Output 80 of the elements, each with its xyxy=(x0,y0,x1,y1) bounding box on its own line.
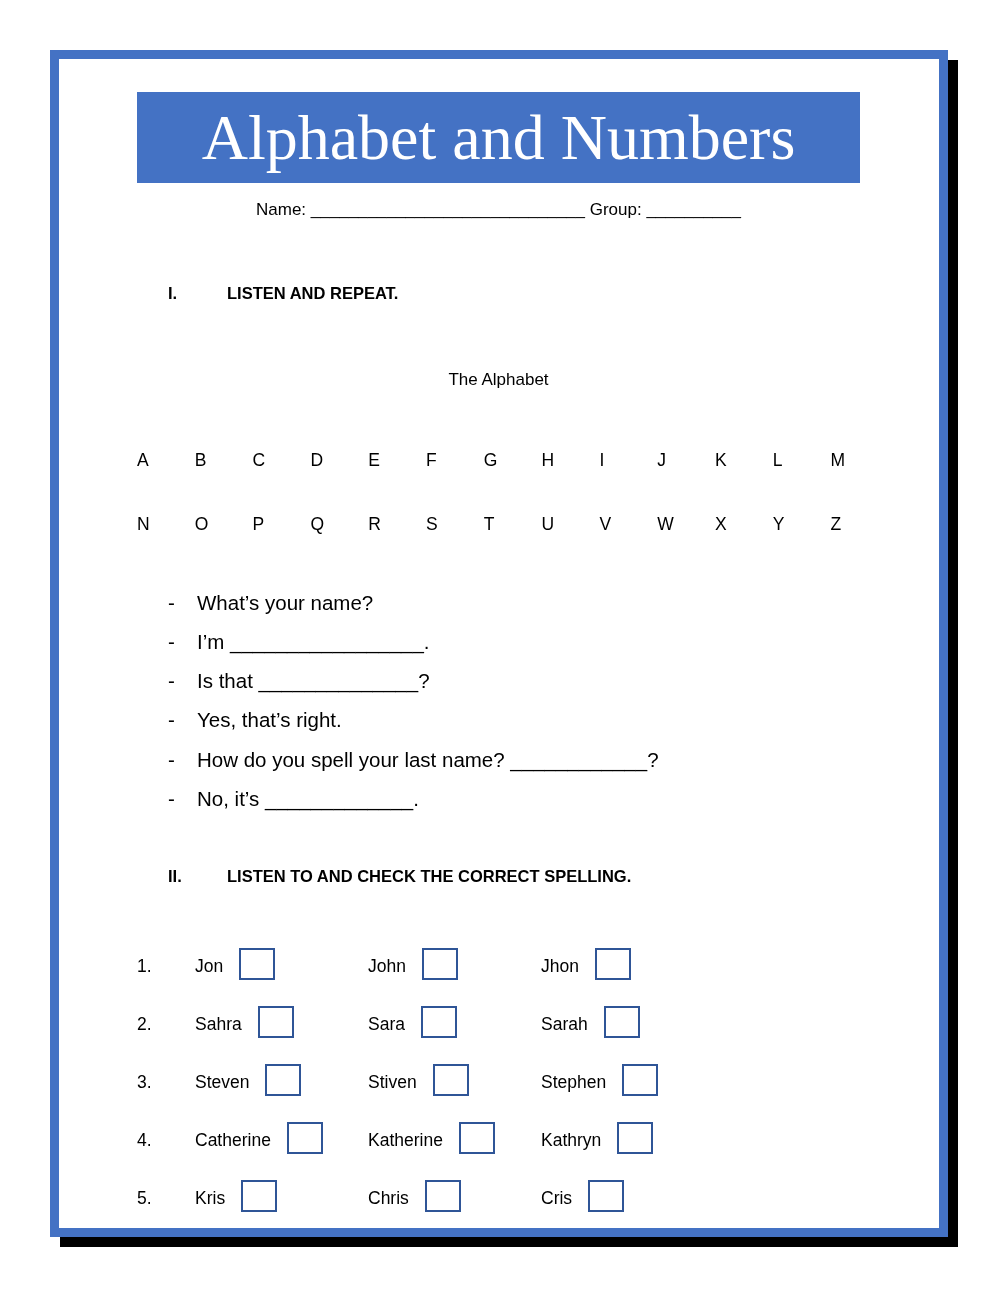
alphabet-letter: G xyxy=(483,448,498,472)
spelling-option: Chris xyxy=(368,1184,409,1211)
alphabet-letter: F xyxy=(426,448,437,472)
alphabet-letter: U xyxy=(541,513,555,536)
dialogue-dash: - xyxy=(168,628,176,655)
dialogue-line: Yes, that’s right. xyxy=(197,707,342,734)
section-number: II. xyxy=(168,866,183,888)
spelling-option: Stiven xyxy=(368,1068,417,1095)
alphabet-letter: E xyxy=(368,448,380,472)
answer-checkbox[interactable] xyxy=(286,1121,323,1154)
alphabet-letter: K xyxy=(714,448,727,472)
spelling-option: Kathryn xyxy=(541,1126,602,1153)
answer-checkbox[interactable] xyxy=(239,947,276,980)
answer-checkbox[interactable] xyxy=(594,947,631,980)
spelling-option: Jhon xyxy=(541,952,579,979)
alphabet-letter: Z xyxy=(830,513,842,536)
spelling-option: Sarah xyxy=(541,1010,588,1037)
alphabet-letter: C xyxy=(252,448,266,472)
alphabet-letter: Y xyxy=(772,513,785,536)
answer-checkbox[interactable] xyxy=(257,1005,294,1038)
alphabet-caption: The Alphabet xyxy=(447,369,550,392)
item-number: 2. xyxy=(137,1012,153,1036)
alphabet-letter: S xyxy=(426,513,438,536)
answer-checkbox[interactable] xyxy=(432,1063,469,1096)
alphabet-letter: T xyxy=(483,513,495,536)
answer-checkbox[interactable] xyxy=(588,1179,625,1212)
spelling-option: Steven xyxy=(195,1068,250,1095)
answer-checkbox[interactable] xyxy=(603,1005,640,1038)
alphabet-letter: M xyxy=(830,448,846,472)
spelling-option: Kris xyxy=(195,1184,226,1211)
item-number: 4. xyxy=(137,1128,153,1152)
alphabet-letter: X xyxy=(714,513,727,536)
alphabet-letter: N xyxy=(137,513,150,536)
alphabet-letter: Q xyxy=(310,513,324,536)
alphabet-letter: P xyxy=(252,513,265,536)
alphabet-letter: D xyxy=(310,448,324,472)
answer-checkbox[interactable] xyxy=(424,1179,461,1212)
dialogue-dash: - xyxy=(168,589,176,616)
item-number: 5. xyxy=(137,1186,153,1210)
dialogue-line: How do you spell your last name? ____________? xyxy=(197,746,659,774)
answer-checkbox[interactable] xyxy=(420,1005,457,1038)
section-heading: LISTEN TO AND CHECK THE CORRECT SPELLING. xyxy=(227,866,632,888)
section-number: I. xyxy=(168,282,179,304)
alphabet-letter: R xyxy=(368,513,381,536)
item-number: 3. xyxy=(137,1070,153,1094)
dialogue-dash: - xyxy=(168,746,176,773)
dialogue-line: What’s your name? xyxy=(197,589,374,616)
alphabet-letter: L xyxy=(772,448,783,472)
worksheet-title: Alphabet and Numbers xyxy=(137,92,860,183)
section-heading: LISTEN AND REPEAT. xyxy=(227,282,399,304)
spelling-option: John xyxy=(368,952,406,979)
alphabet-letter: B xyxy=(194,448,207,472)
spelling-option: Katherine xyxy=(368,1126,443,1153)
alphabet-letter: H xyxy=(541,448,555,472)
spelling-option: Stephen xyxy=(541,1068,607,1095)
dialogue-dash: - xyxy=(168,786,176,812)
spelling-option: Cris xyxy=(541,1184,573,1211)
alphabet-letter: A xyxy=(137,448,149,472)
name-group-line: Name: _____________________________ Group: __________ xyxy=(255,199,742,221)
spelling-option: Sara xyxy=(368,1010,405,1037)
alphabet-letter: I xyxy=(599,448,605,472)
spelling-option: Catherine xyxy=(195,1126,271,1153)
dialogue-dash: - xyxy=(168,707,176,734)
alphabet-letter: J xyxy=(657,448,666,472)
answer-checkbox[interactable] xyxy=(265,1063,302,1096)
dialogue-line: Is that ______________? xyxy=(197,668,430,695)
dialogue-line: No, it’s _____________. xyxy=(197,786,419,813)
answer-checkbox[interactable] xyxy=(622,1063,659,1096)
alphabet-letter: W xyxy=(657,513,674,536)
spelling-option: Jon xyxy=(195,952,224,979)
alphabet-letter: V xyxy=(599,513,612,536)
answer-checkbox[interactable] xyxy=(421,947,458,980)
spelling-option: Sahra xyxy=(195,1010,242,1037)
dialogue-line: I’m _________________. xyxy=(197,628,430,656)
item-number: 1. xyxy=(137,954,153,978)
dialogue-dash: - xyxy=(168,668,176,695)
answer-checkbox[interactable] xyxy=(617,1121,654,1154)
answer-checkbox[interactable] xyxy=(458,1121,495,1154)
alphabet-letter: O xyxy=(194,513,209,536)
answer-checkbox[interactable] xyxy=(241,1179,278,1212)
